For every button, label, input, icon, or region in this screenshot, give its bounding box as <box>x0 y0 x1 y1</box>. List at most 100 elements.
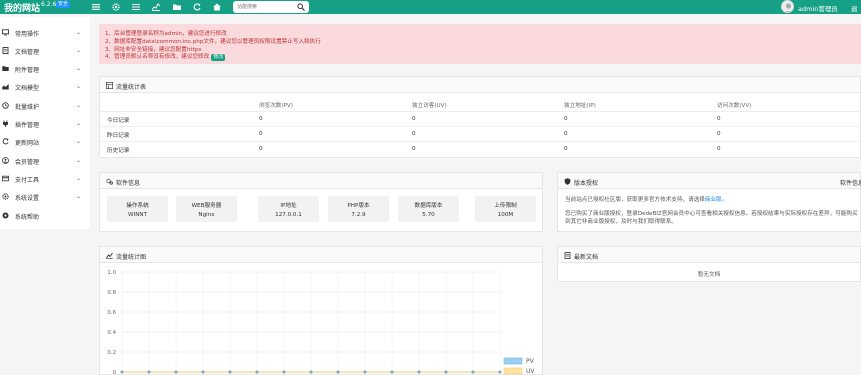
card-label: 数据库版本 <box>414 203 443 209</box>
table-cell: 0 <box>412 116 416 122</box>
version-label: 6.2.6 <box>41 1 57 8</box>
y-tick-label: 0.2 <box>107 350 116 356</box>
commercial-link[interactable]: 商业版 <box>705 197 722 203</box>
sidebar-item-update[interactable]: 更新网站 ⌄ <box>0 133 90 151</box>
y-tick-label: 0.8 <box>107 290 116 296</box>
info-card: IP地址 127.0.0.1 <box>258 196 319 222</box>
doc-icon <box>564 252 571 259</box>
gear-icon <box>2 193 9 200</box>
logout-link[interactable]: 退 <box>851 3 858 13</box>
refresh-icon[interactable] <box>193 3 201 11</box>
search-input[interactable] <box>237 2 295 12</box>
table-cell: 0 <box>259 146 263 152</box>
sidebar-item-label: 插件管理 <box>15 122 40 129</box>
alert-line-4: 4、管理员默认名称没有修改，建议您修改 修改 <box>105 52 226 61</box>
card-value: 5.70 <box>422 212 435 218</box>
panel-header: 软件信息 <box>100 173 542 189</box>
sidebar-item-batch[interactable]: 批量维护 ⌄ <box>0 97 90 115</box>
license-text-1: 当前站点已授权社区版，获取更多官方技术支持，请选择商业版。 <box>565 196 855 204</box>
chevron-down-icon: ⌄ <box>76 157 82 164</box>
avatar[interactable] <box>781 0 794 13</box>
chevron-down-icon: ⌄ <box>76 175 82 182</box>
panel-title: 版本授权 <box>574 180 599 187</box>
panel-title: 流量统计图 <box>116 254 147 261</box>
divider <box>100 141 860 142</box>
divider <box>100 111 860 112</box>
data-point <box>255 370 259 374</box>
y-tick-label: 0.4 <box>107 330 116 336</box>
sidebar-item-plugins[interactable]: 插件管理 ⌄ <box>0 115 90 133</box>
sidebar-item-label: 会员管理 <box>15 159 40 166</box>
divider <box>100 126 860 127</box>
folder-icon[interactable] <box>173 3 181 11</box>
data-point <box>174 370 178 374</box>
traffic-chart-panel: 流量统计图 1.0 0.8 0.6 0.4 0.2 0 PV UV <box>99 246 543 375</box>
table-cell: 0 <box>564 146 568 152</box>
sidebar-item-payment[interactable]: 支付工具 ⌄ <box>0 170 90 188</box>
table-cell: 0 <box>412 131 416 137</box>
traffic-chart: 1.0 0.8 0.6 0.4 0.2 0 PV UV <box>107 270 535 375</box>
card-value: WINNT <box>128 212 147 218</box>
username-label[interactable]: admin管理员 <box>798 3 838 13</box>
sidebar-item-common[interactable]: 常用操作 ⌄ <box>0 24 90 42</box>
panel-title: 最新文档 <box>574 254 599 261</box>
list-icon[interactable] <box>132 3 140 11</box>
legend-swatch <box>503 367 523 375</box>
column-header: 独立访客(UV) <box>412 103 447 109</box>
sidebar-item-models[interactable]: 文档模型 ⌄ <box>0 78 90 96</box>
sidebar-item-attachments[interactable]: 附件管理 ⌄ <box>0 60 90 78</box>
home-icon[interactable] <box>213 3 221 11</box>
info-card: 数据库版本 5.70 <box>398 196 459 222</box>
sidebar-item-settings[interactable]: 系统设置 ⌄ <box>0 188 90 206</box>
sidebar-item-label: 文档模型 <box>15 85 40 92</box>
sidebar-item-label: 文档管理 <box>15 49 40 56</box>
column-header: 独立地址(IP) <box>564 103 596 109</box>
data-point <box>201 370 205 374</box>
latest-docs-panel: 最新文档 暂无文档 <box>557 246 861 282</box>
plug-icon <box>2 120 9 127</box>
sidebar-item-help[interactable]: 系统帮助 <box>0 207 90 225</box>
card-value: 7.2.9 <box>351 212 366 218</box>
column-header: 访问次数(VV) <box>717 103 752 109</box>
data-point <box>120 370 124 374</box>
search-box[interactable] <box>233 1 309 13</box>
panel-header: 流量统计表 <box>100 77 860 93</box>
safe-badge: 安全 <box>56 1 71 8</box>
chart-icon[interactable] <box>152 3 160 11</box>
license-text-2: 您已购买了商业版授权，登录DedeBIZ官网会员中心可查看相关授权信息。若授权结… <box>565 211 858 225</box>
column-header: 浏览次数(PV) <box>259 103 293 109</box>
modify-button[interactable]: 修改 <box>211 54 226 61</box>
data-point <box>498 370 502 374</box>
y-tick-label: 0.6 <box>107 310 116 316</box>
chevron-down-icon: ⌄ <box>76 47 82 54</box>
card-label: 上传限制 <box>494 203 517 209</box>
data-point <box>444 370 448 374</box>
card-value: Nginx <box>198 212 215 218</box>
search-icon[interactable] <box>297 3 305 11</box>
gears-icon <box>106 178 113 185</box>
sidebar-item-label: 系统设置 <box>15 195 40 202</box>
row-label: 历史记录 <box>107 148 130 154</box>
sidebar-item-label: 支付工具 <box>15 177 40 184</box>
site-brand[interactable]: 我的网站 <box>4 1 40 14</box>
sidebar-item-label: 附件管理 <box>15 67 40 74</box>
card-label: 操作系统 <box>126 203 149 209</box>
info-card: WEB服务器 Nginx <box>176 196 237 222</box>
table-cell: 0 <box>259 116 263 122</box>
panel-header: 流量统计图 <box>100 247 542 263</box>
sidebar-item-docs[interactable]: 文档管理 ⌄ <box>0 42 90 60</box>
legend-label: UV <box>526 368 535 375</box>
row-label: 今日记录 <box>107 118 130 124</box>
sidebar-item-members[interactable]: 会员管理 ⌄ <box>0 152 90 170</box>
chevron-down-icon: ⌄ <box>76 29 82 36</box>
gear-icon[interactable] <box>112 3 120 11</box>
menu-grid-icon[interactable] <box>92 3 100 11</box>
data-point <box>147 370 151 374</box>
doc-icon <box>2 47 9 54</box>
panel-header: 最新文档 <box>558 247 860 263</box>
line-chart-icon <box>106 252 113 260</box>
license-text: 。 <box>721 197 728 203</box>
chevron-down-icon: ⌄ <box>76 102 82 109</box>
y-tick-label: 0 <box>113 370 117 375</box>
chevron-down-icon: ⌄ <box>76 65 82 72</box>
